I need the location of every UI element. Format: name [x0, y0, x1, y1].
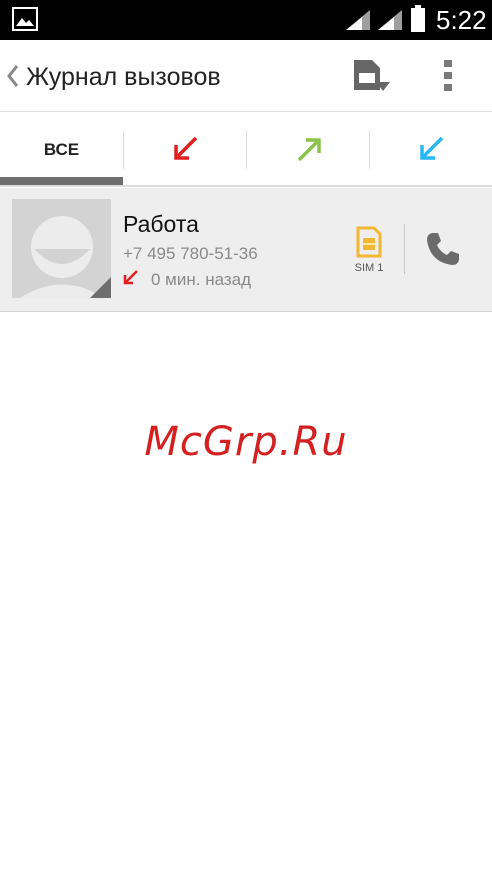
tab-all[interactable]: ВСЕ: [0, 113, 123, 185]
back-chevron-icon[interactable]: [4, 62, 22, 90]
call-time-ago: 0 мин. назад: [151, 270, 252, 289]
page-title: Журнал вызовов: [26, 63, 221, 91]
contact-name: Работа: [123, 211, 199, 237]
watermark: McGrp.Ru: [144, 419, 348, 465]
incoming-call-arrow-icon: [123, 270, 138, 285]
save-sim-icon[interactable]: [348, 56, 392, 96]
overflow-menu-icon[interactable]: [438, 58, 458, 94]
call-log-item[interactable]: Работа +7 495 780-51-36 0 мин. назад SIM…: [0, 188, 492, 312]
outgoing-call-arrow-icon: [297, 138, 321, 162]
sim-label: SIM 1: [354, 262, 384, 274]
phone-call-icon[interactable]: [424, 230, 462, 268]
tab-missed[interactable]: [370, 113, 492, 185]
tab-selected-indicator: [0, 177, 123, 185]
missed-call-arrow-icon: [420, 136, 444, 160]
contact-avatar[interactable]: [12, 199, 111, 298]
tab-incoming[interactable]: [124, 113, 247, 185]
action-bar: Журнал вызовов: [0, 40, 492, 112]
sim-card-icon: [356, 226, 382, 258]
default-avatar-icon: [12, 199, 111, 298]
signal-icon: [346, 10, 370, 30]
row-divider: [404, 224, 405, 274]
status-bar: 5:22: [0, 0, 492, 40]
battery-icon: [411, 5, 425, 32]
incoming-call-arrow-icon: [174, 136, 198, 160]
signal-icon: [378, 10, 402, 30]
tab-all-label: ВСЕ: [43, 140, 80, 159]
contact-number: +7 495 780-51-36: [123, 244, 258, 263]
tab-outgoing[interactable]: [247, 113, 370, 185]
call-type-tabs: ВСЕ: [0, 113, 492, 187]
gallery-icon: [12, 7, 38, 31]
status-time: 5:22: [436, 5, 487, 35]
